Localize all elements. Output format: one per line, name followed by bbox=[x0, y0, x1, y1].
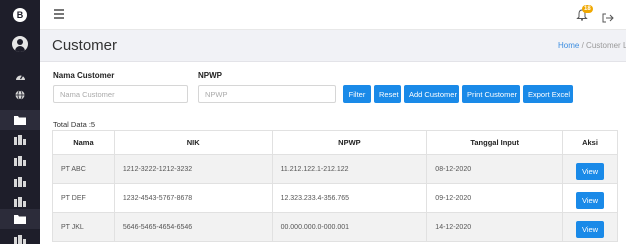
page-title: Customer bbox=[52, 37, 118, 54]
column-header-tanggal-input[interactable]: Tanggal Input bbox=[426, 130, 564, 155]
view-button[interactable]: View bbox=[575, 162, 605, 180]
nama-customer-input[interactable] bbox=[53, 85, 188, 103]
column-header-aksi: Aksi bbox=[562, 130, 618, 155]
notification-badge: 18 bbox=[582, 5, 593, 13]
cell-npwp: 00.000.000.0-000.001 bbox=[271, 212, 428, 242]
building-icon[interactable] bbox=[13, 196, 27, 208]
cell-nik: 5646-5465-4654-6546 bbox=[113, 212, 273, 242]
folder-icon[interactable] bbox=[13, 213, 27, 225]
building-icon[interactable] bbox=[13, 234, 27, 244]
table-row: PT DEF 1232-4543-5767-8678 12.323.233.4-… bbox=[52, 183, 618, 213]
cell-nik: 1232-4543-5767-8678 bbox=[113, 183, 273, 213]
building-icon[interactable] bbox=[13, 176, 27, 188]
nama-customer-label: Nama Customer bbox=[53, 71, 115, 80]
cell-npwp: 11.212.122.1-212.122 bbox=[271, 154, 428, 184]
cell-aksi: View bbox=[562, 212, 618, 242]
cell-aksi: View bbox=[562, 183, 618, 213]
print-customer-button[interactable]: Print Customer bbox=[462, 85, 520, 103]
cell-nama: PT DEF bbox=[52, 183, 115, 213]
npwp-label: NPWP bbox=[198, 71, 222, 80]
cell-npwp: 12.323.233.4-356.765 bbox=[271, 183, 428, 213]
globe-icon[interactable] bbox=[13, 89, 27, 101]
reset-button[interactable]: Reset bbox=[374, 85, 401, 103]
breadcrumb-current: Customer Li bbox=[586, 41, 626, 50]
export-excel-button[interactable]: Export Excel bbox=[523, 85, 573, 103]
filter-button[interactable]: Filter bbox=[343, 85, 371, 103]
cell-tanggal: 09-12-2020 bbox=[426, 183, 564, 213]
breadcrumb: Home / Customer Li bbox=[558, 41, 626, 50]
bell-icon[interactable]: 18 bbox=[576, 5, 593, 22]
avatar[interactable] bbox=[12, 36, 28, 52]
dashboard-icon[interactable] bbox=[13, 70, 27, 82]
table-header-row: Nama NIK NPWP Tanggal Input Aksi bbox=[52, 130, 618, 155]
cell-tanggal: 14-12-2020 bbox=[426, 212, 564, 242]
cell-aksi: View bbox=[562, 154, 618, 184]
sidebar: B bbox=[0, 0, 40, 244]
logo-icon[interactable]: B bbox=[13, 8, 27, 22]
customer-table: Nama NIK NPWP Tanggal Input Aksi PT ABC … bbox=[52, 130, 618, 242]
hamburger-icon[interactable] bbox=[54, 9, 64, 19]
view-button[interactable]: View bbox=[575, 220, 605, 238]
view-button[interactable]: View bbox=[575, 191, 605, 209]
folder-icon[interactable] bbox=[13, 114, 27, 126]
cell-nama: PT ABC bbox=[52, 154, 115, 184]
column-header-npwp[interactable]: NPWP bbox=[271, 130, 428, 155]
page-header: Customer Home / Customer Li bbox=[40, 30, 626, 62]
column-header-nik[interactable]: NIK bbox=[113, 130, 273, 155]
column-header-nama[interactable]: Nama bbox=[52, 130, 115, 155]
cell-tanggal: 08-12-2020 bbox=[426, 154, 564, 184]
table-row: PT ABC 1212-3222-1212-3232 11.212.122.1-… bbox=[52, 154, 618, 184]
building-icon[interactable] bbox=[13, 134, 27, 146]
cell-nama: PT JKL bbox=[52, 212, 115, 242]
topbar: 18 bbox=[40, 0, 626, 30]
table-row: PT JKL 5646-5465-4654-6546 00.000.000.0-… bbox=[52, 212, 618, 242]
building-icon[interactable] bbox=[13, 155, 27, 167]
cell-nik: 1212-3222-1212-3232 bbox=[113, 154, 273, 184]
add-customer-button[interactable]: Add Customer bbox=[404, 85, 459, 103]
total-data: Total Data :5 bbox=[53, 120, 96, 129]
sidebar-header: B bbox=[0, 0, 40, 30]
npwp-input[interactable] bbox=[198, 85, 336, 103]
breadcrumb-separator: / bbox=[581, 41, 584, 50]
breadcrumb-home-link[interactable]: Home bbox=[558, 41, 579, 50]
logout-icon[interactable] bbox=[602, 10, 614, 23]
